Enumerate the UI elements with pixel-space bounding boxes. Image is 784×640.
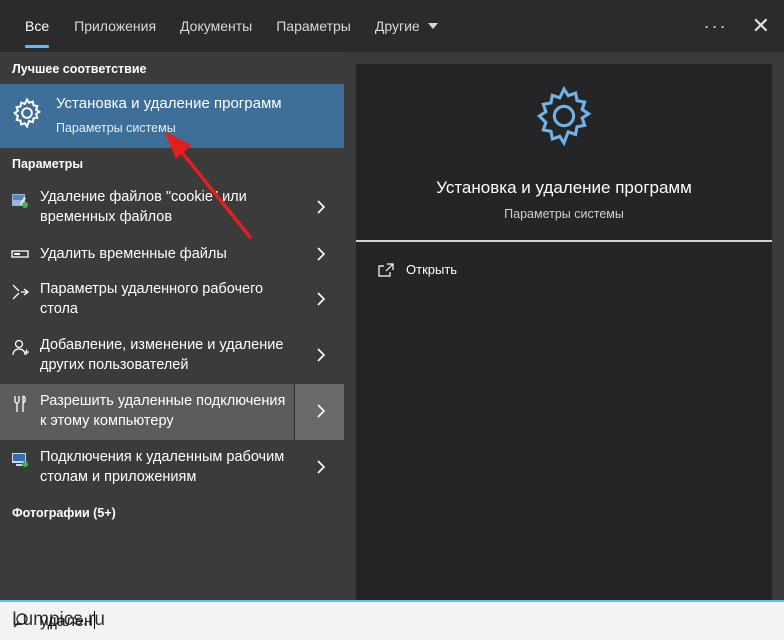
remote-connection-icon bbox=[14, 395, 26, 412]
preview-subtitle: Параметры системы bbox=[504, 207, 624, 221]
chevron-right-icon bbox=[317, 247, 326, 261]
chevron-right-icon bbox=[317, 200, 326, 214]
chevron-right-icon bbox=[317, 460, 326, 474]
settings-heading: Параметры bbox=[12, 157, 83, 171]
remote-desktop-icon bbox=[12, 284, 30, 300]
best-match-heading: Лучшее соответствие bbox=[12, 62, 147, 76]
watermark: Lumpics.ru bbox=[12, 609, 105, 630]
annotation-arrow-icon bbox=[164, 131, 252, 239]
tab-settings[interactable]: Параметры bbox=[264, 0, 363, 52]
list-item[interactable]: Параметры удаленного рабочего стола bbox=[0, 272, 344, 328]
preview-panel: Установка и удаление программ Параметры … bbox=[344, 52, 784, 600]
storage-icon bbox=[11, 250, 29, 258]
photos-heading[interactable]: Фотографии (5+) bbox=[12, 506, 116, 520]
remote-apps-icon bbox=[12, 453, 28, 467]
result-label: Параметры удаленного рабочего стола bbox=[40, 281, 264, 317]
preview-title: Установка и удаление программ bbox=[436, 178, 692, 197]
search-tab-bar: Все Приложения Документы Параметры Други… bbox=[0, 0, 784, 52]
open-external-icon bbox=[378, 262, 394, 277]
tab-apps[interactable]: Приложения bbox=[62, 0, 168, 52]
list-item[interactable]: Подключения к удаленным рабочим столам и… bbox=[0, 440, 344, 496]
open-action[interactable]: Открыть bbox=[378, 262, 457, 277]
chevron-down-icon bbox=[427, 23, 438, 29]
close-button[interactable]: ✕ bbox=[752, 15, 770, 37]
tab-all[interactable]: Все bbox=[12, 0, 62, 52]
gear-icon bbox=[13, 97, 42, 129]
result-label: Добавление, изменение и удаление других … bbox=[40, 337, 284, 373]
divider bbox=[356, 240, 772, 242]
open-label: Открыть bbox=[406, 262, 458, 277]
list-item[interactable]: Добавление, изменение и удаление других … bbox=[0, 328, 344, 384]
tab-other[interactable]: Другие bbox=[363, 0, 450, 52]
tab-other-label: Другие bbox=[374, 18, 420, 34]
preview-card: Установка и удаление программ Параметры … bbox=[356, 64, 772, 600]
tab-documents[interactable]: Документы bbox=[168, 0, 264, 52]
result-label: Разрешить удаленные подключения к этому … bbox=[40, 393, 286, 429]
chevron-right-icon bbox=[317, 404, 326, 418]
best-match-title: Установка и удаление программ bbox=[56, 95, 282, 112]
user-icon bbox=[12, 339, 29, 356]
disk-cleanup-icon bbox=[12, 194, 28, 208]
chevron-right-icon bbox=[317, 292, 326, 306]
more-options-button[interactable]: ··· bbox=[704, 16, 728, 37]
search-bar[interactable]: удален Lumpics.ru bbox=[0, 600, 784, 640]
result-label: Подключения к удаленным рабочим столам и… bbox=[40, 449, 285, 485]
chevron-right-icon bbox=[317, 348, 326, 362]
list-item[interactable]: Разрешить удаленные подключения к этому … bbox=[0, 384, 344, 440]
gear-icon bbox=[536, 85, 592, 147]
